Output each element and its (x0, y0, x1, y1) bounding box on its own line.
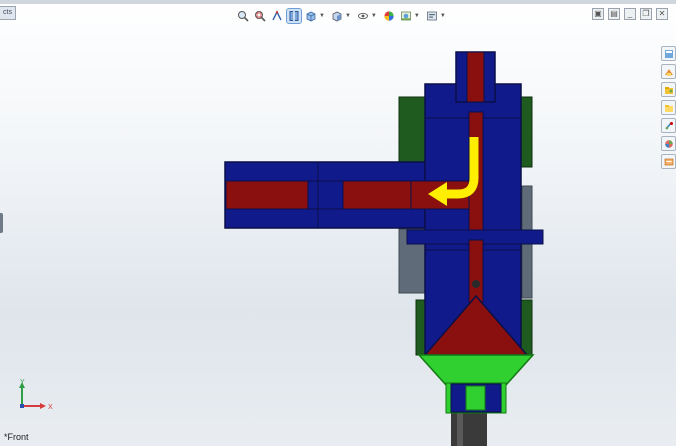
top-channel (466, 51, 485, 103)
arm-channel-left (225, 180, 309, 210)
reference-triad: Y X (19, 379, 53, 411)
triad-x-label: X (48, 404, 53, 411)
triad-x-arrow (40, 403, 46, 409)
drive-stem-highlight (457, 412, 463, 446)
arm-coupling (307, 180, 344, 210)
left-bracket (398, 96, 429, 168)
triad-z-axis (20, 404, 24, 408)
view-orientation-label: *Front (4, 432, 29, 442)
triad-y-label: Y (20, 379, 25, 386)
drive-stem (451, 412, 487, 446)
lower-right-bracket (519, 299, 533, 356)
nozzle-insert (465, 385, 486, 411)
model-section-view[interactable] (0, 0, 676, 446)
right-bracket (519, 96, 533, 168)
pin (472, 280, 480, 288)
nozzle (417, 354, 535, 386)
arm-channel-right (342, 180, 412, 210)
